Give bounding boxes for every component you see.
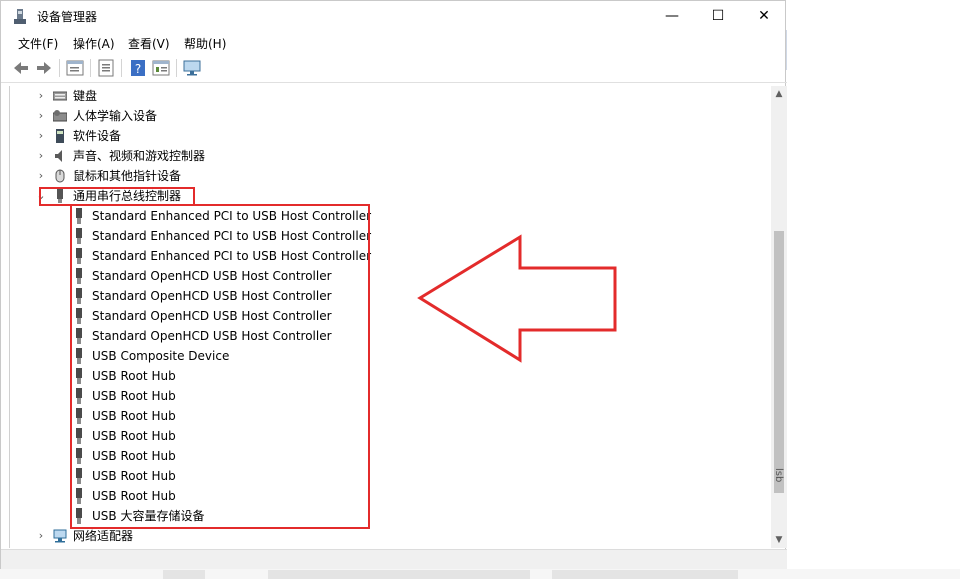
mouse-icon — [55, 169, 65, 183]
svg-text:?: ? — [135, 62, 141, 76]
monitor-icon[interactable] — [182, 58, 202, 78]
maximize-button[interactable]: ☐ — [695, 1, 741, 32]
background-window-edge — [786, 30, 797, 70]
tree-item-mice[interactable]: › 鼠标和其他指针设备 — [10, 166, 770, 186]
device-manager-icon — [14, 9, 26, 24]
expand-chevron-icon[interactable]: › — [36, 126, 46, 146]
toolbar-separator — [59, 59, 60, 77]
keyboard-icon — [53, 91, 67, 101]
menu-action[interactable]: 操作(A) — [73, 35, 115, 52]
back-arrow-icon[interactable] — [11, 58, 31, 78]
status-bar — [1, 549, 787, 571]
tree-item-label: 网络适配器 — [73, 529, 134, 543]
expand-chevron-icon[interactable]: › — [36, 146, 46, 166]
tree-item-label: 声音、视频和游戏控制器 — [73, 149, 206, 163]
minimize-button[interactable]: — — [649, 1, 695, 32]
expand-chevron-icon[interactable]: › — [36, 166, 46, 186]
tree-item-label: 鼠标和其他指针设备 — [73, 169, 182, 183]
tree-item-network-adapters[interactable]: › 网络适配器 — [10, 526, 770, 546]
tree-item-label: 人体学输入设备 — [73, 109, 158, 123]
toolbar-separator — [176, 59, 177, 77]
menu-view[interactable]: 查看(V) — [128, 35, 170, 52]
background-element — [268, 570, 530, 579]
details-view-icon[interactable] — [151, 58, 171, 78]
network-adapter-icon — [53, 529, 67, 543]
expand-chevron-icon[interactable]: › — [36, 106, 46, 126]
properties-icon[interactable] — [96, 58, 116, 78]
speaker-icon — [55, 150, 62, 162]
background-element — [163, 570, 205, 579]
scroll-down-arrow-icon[interactable]: ▼ — [771, 532, 787, 548]
close-button[interactable]: ✕ — [741, 1, 787, 32]
annotation-arrow-icon — [417, 234, 617, 363]
toolbar-separator — [90, 59, 91, 77]
annotation-device-list-highlight — [70, 204, 370, 529]
window-title: 设备管理器 — [37, 10, 98, 24]
tree-view-icon[interactable] — [65, 58, 85, 78]
software-device-icon — [56, 129, 64, 143]
hid-icon — [53, 110, 67, 122]
menu-help[interactable]: 帮助(H) — [184, 35, 226, 52]
toolbar-separator — [121, 59, 122, 77]
scroll-up-arrow-icon[interactable]: ▲ — [771, 86, 787, 102]
tree-item-keyboards[interactable]: › 键盘 — [10, 86, 770, 106]
title-bar: 设备管理器 — ☐ ✕ — [1, 1, 787, 32]
background-side-text: lsb — [773, 468, 784, 483]
scrollbar-thumb[interactable] — [774, 231, 784, 493]
tree-item-software-devices[interactable]: › 软件设备 — [10, 126, 770, 146]
menu-file[interactable]: 文件(F) — [18, 35, 58, 52]
expand-chevron-icon[interactable]: › — [36, 86, 46, 106]
menu-bar: 文件(F) 操作(A) 查看(V) 帮助(H) — [1, 32, 787, 54]
help-icon[interactable]: ? — [128, 58, 148, 78]
forward-arrow-icon[interactable] — [34, 58, 54, 78]
tree-item-hid[interactable]: › 人体学输入设备 — [10, 106, 770, 126]
tree-item-sound[interactable]: › 声音、视频和游戏控制器 — [10, 146, 770, 166]
expand-chevron-icon[interactable]: › — [36, 526, 46, 546]
background-element — [552, 570, 738, 579]
tree-item-label: 软件设备 — [73, 129, 122, 143]
toolbar: ? — [1, 55, 787, 83]
tree-item-label: 键盘 — [73, 89, 98, 103]
